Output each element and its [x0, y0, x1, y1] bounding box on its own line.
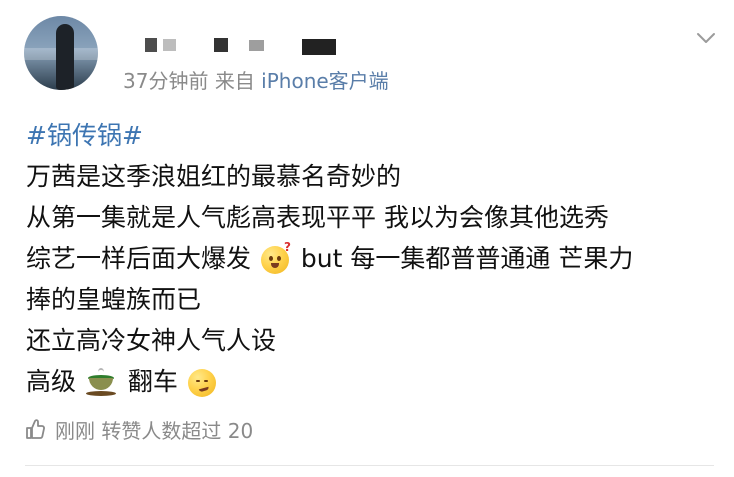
- post-content: #锅传锅# 万茜是这季浪姐红的最慕名奇妙的 从第一集就是人气彪高表现平平 我以为…: [26, 115, 716, 402]
- thumbs-up-icon[interactable]: [25, 418, 45, 440]
- card-divider: [25, 465, 714, 466]
- tea-saucer: [85, 391, 116, 396]
- post-text: 高级: [26, 367, 77, 396]
- username-mask-block: [249, 40, 264, 51]
- post-footer: 刚刚 转赞人数超过 20: [25, 415, 253, 443]
- emoji-mouth: [270, 263, 279, 268]
- username-mask-block: [302, 39, 336, 55]
- tea-cup-emoji: [85, 368, 116, 398]
- post-text: but 每一集都普普通通 芒果力: [300, 244, 634, 273]
- surprised-face-emoji: ?: [260, 241, 291, 274]
- smirking-face-emoji: [187, 369, 216, 397]
- username-mask-block: [163, 39, 176, 51]
- post-line: 还立高冷女神人气人设: [26, 326, 277, 355]
- post-line: 综艺一样后面大爆发 ? but 每一集都普普通通 芒果力: [26, 238, 716, 279]
- username-mask-block: [214, 38, 228, 52]
- avatar[interactable]: [24, 16, 98, 90]
- emoji-eye: [195, 380, 200, 382]
- tea-bowl: [88, 378, 113, 390]
- post-text: 综艺一样后面大爆发: [26, 244, 259, 273]
- question-mark-icon: ?: [283, 240, 291, 254]
- post-line: 高级 翻车: [26, 361, 716, 402]
- avatar-figure: [56, 24, 74, 90]
- post-meta: 37分钟前 来自 iPhone客户端: [123, 69, 389, 93]
- post-text: 翻车: [127, 367, 186, 396]
- post-line: 捧的皇蝗族而已: [26, 285, 202, 314]
- username-redacted[interactable]: [132, 38, 342, 56]
- emoji-eye: [268, 256, 273, 261]
- post-line: 从第一集就是人气彪高表现平平 我以为会像其他选秀: [26, 203, 609, 232]
- interaction-status: 刚刚 转赞人数超过 20: [55, 418, 254, 443]
- topic-link[interactable]: #锅传锅#: [26, 121, 143, 150]
- chevron-down-icon[interactable]: [696, 31, 716, 45]
- emoji-eye: [276, 256, 281, 261]
- emoji-eye: [203, 380, 208, 382]
- post-line: 万茜是这季浪姐红的最慕名奇妙的: [26, 162, 402, 191]
- weibo-post-card: 37分钟前 来自 iPhone客户端 #锅传锅# 万茜是这季浪姐红的最慕名奇妙的…: [0, 0, 734, 477]
- source-prefix: 来自: [214, 69, 255, 93]
- source-link[interactable]: iPhone客户端: [261, 69, 389, 93]
- emoji-mouth: [198, 386, 210, 393]
- post-time: 37分钟前: [123, 69, 209, 93]
- post-line: #锅传锅#: [26, 115, 716, 156]
- username-mask-block: [145, 38, 157, 52]
